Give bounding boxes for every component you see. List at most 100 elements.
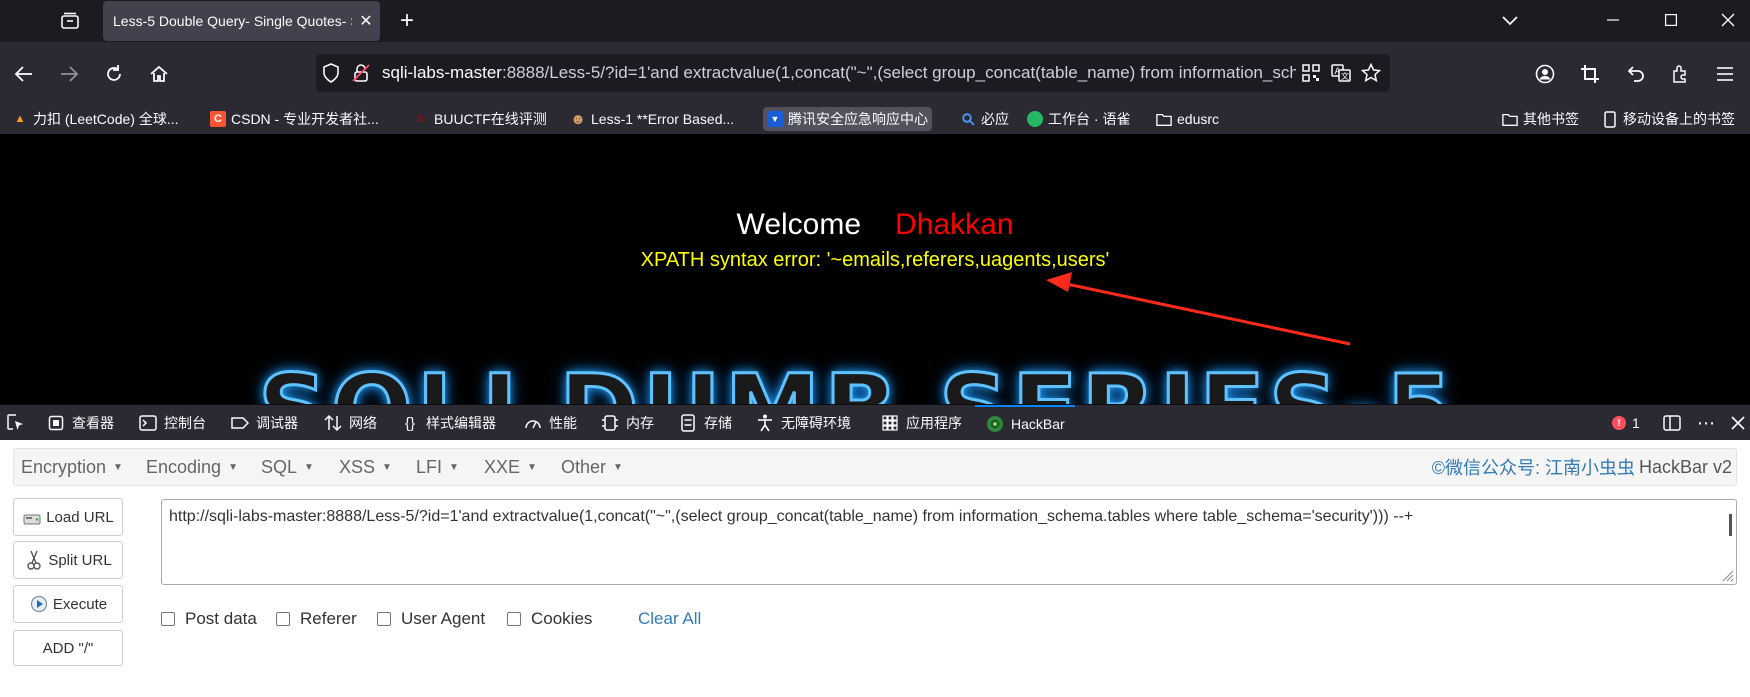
post-data-checkbox[interactable]: Post data <box>161 608 257 630</box>
yuque-icon <box>1027 111 1043 127</box>
bookmark-star-icon[interactable] <box>1356 58 1386 88</box>
bookmark-buuctf[interactable]: ≡ BUUCTF在线评测 <box>413 107 547 131</box>
devtools-tab-application[interactable]: 应用程序 <box>880 405 962 441</box>
element-picker-button[interactable] <box>6 405 32 441</box>
devtools-tab-accessibility[interactable]: 无障碍环境 <box>755 405 851 441</box>
hackbar-panel: Encryption ▼ Encoding ▼ SQL ▼ XSS ▼ LFI ▼ XXE… <box>0 440 1750 697</box>
devtools-tab-console[interactable]: 控制台 <box>138 405 206 441</box>
devtools-tab-debugger[interactable]: 调试器 <box>230 405 298 441</box>
bookmark-csdn[interactable]: C CSDN - 专业开发者社... <box>210 107 379 131</box>
checkbox-box[interactable] <box>276 612 290 626</box>
chevron-down-icon[interactable] <box>1495 6 1525 36</box>
menu-encoding[interactable]: Encoding ▼ <box>146 449 238 485</box>
add-slash-button[interactable]: ADD "/" <box>13 630 123 666</box>
bookmarks-toolbar: ▲ 力扣 (LeetCode) 全球... C CSDN - 专业开发者社...… <box>0 104 1750 134</box>
forward-icon[interactable] <box>53 58 85 90</box>
back-icon[interactable] <box>8 58 40 90</box>
devtools-tab-performance[interactable]: 性能 <box>523 405 577 441</box>
hackbar-icon <box>985 414 1005 434</box>
user-agent-checkbox[interactable]: User Agent <box>377 608 485 630</box>
crop-screenshot-icon[interactable] <box>1574 58 1606 90</box>
menu-sql[interactable]: SQL ▼ <box>261 449 314 485</box>
devtools-tab-storage[interactable]: 存储 <box>678 405 732 441</box>
caret-down-icon: ▼ <box>304 461 314 473</box>
translate-icon[interactable]: A文 <box>1326 58 1356 88</box>
execute-button[interactable]: Execute <box>13 585 123 623</box>
console-icon <box>138 413 158 433</box>
accessibility-icon <box>755 413 775 433</box>
devtools-tab-network[interactable]: 网络 <box>323 405 377 441</box>
bookmark-folder-mobile[interactable]: 移动设备上的书签 <box>1602 107 1735 131</box>
devtools-more-button[interactable]: ⋯ <box>1696 405 1722 441</box>
menu-xxe[interactable]: XXE ▼ <box>484 449 537 485</box>
csdn-icon: C <box>210 111 226 127</box>
menu-xss[interactable]: XSS ▼ <box>339 449 392 485</box>
clear-all-link[interactable]: Clear All <box>638 608 701 630</box>
play-icon <box>29 594 49 614</box>
menu-other[interactable]: Other ▼ <box>561 449 623 485</box>
cookies-checkbox[interactable]: Cookies <box>507 608 592 630</box>
devtools-close-button[interactable] <box>1728 405 1750 441</box>
folder-icon <box>1502 111 1518 127</box>
undo-arrow-icon[interactable] <box>1619 58 1651 90</box>
devtools-tab-style-editor[interactable]: {} 样式编辑器 <box>400 405 496 441</box>
qr-code-icon[interactable] <box>1296 58 1326 88</box>
devtools-tab-inspector[interactable]: 查看器 <box>46 405 114 441</box>
element-picker-icon <box>6 413 26 433</box>
bookmark-label: Less-1 **Error Based... <box>591 111 735 127</box>
error-count-badge[interactable]: ! 1 <box>1612 405 1640 441</box>
referer-checkbox[interactable]: Referer <box>276 608 357 630</box>
url-text[interactable]: sqli-labs-master:8888/Less-5/?id=1'and e… <box>382 63 1296 83</box>
dock-side-button[interactable] <box>1662 405 1688 441</box>
avatar-icon: ☻ <box>570 110 586 128</box>
bookmark-leetcode[interactable]: ▲ 力扣 (LeetCode) 全球... <box>12 107 179 131</box>
hackbar-credit: ©微信公众号: 江南小虫虫 HackBar v2 <box>1432 449 1732 485</box>
menu-lfi[interactable]: LFI ▼ <box>416 449 459 485</box>
shield-icon[interactable] <box>316 58 346 88</box>
menu-encryption[interactable]: Encryption ▼ <box>21 449 123 485</box>
reload-icon[interactable] <box>98 58 130 90</box>
bookmark-bing[interactable]: 必应 <box>960 107 1009 131</box>
split-url-button[interactable]: Split URL <box>13 541 123 579</box>
hackbar-version: HackBar v2 <box>1638 456 1732 477</box>
mobile-device-icon <box>1602 110 1618 128</box>
credit-link[interactable]: ©微信公众号: 江南小虫虫 <box>1432 454 1635 480</box>
menu-label: Encryption <box>21 456 107 477</box>
checkbox-label: Post data <box>185 609 257 628</box>
minimize-icon[interactable] <box>1585 0 1641 40</box>
bookmark-label: 力扣 (LeetCode) 全球... <box>33 111 179 127</box>
hackbar-url-textarea[interactable]: http://sqli-labs-master:8888/Less-5/?id=… <box>161 499 1737 585</box>
bookmark-tencent-src[interactable]: ▼ 腾讯安全应急响应中心 <box>763 107 932 131</box>
devtools-tab-memory[interactable]: 内存 <box>600 405 654 441</box>
close-window-icon[interactable] <box>1700 0 1750 40</box>
caret-down-icon: ▼ <box>228 461 238 473</box>
bookmark-label: edusrc <box>1177 111 1220 127</box>
tab-close-icon[interactable]: ✕ <box>352 7 380 35</box>
textarea-scrollbar[interactable] <box>1729 514 1732 536</box>
address-bar[interactable]: sqli-labs-master:8888/Less-5/?id=1'and e… <box>316 54 1390 92</box>
bookmark-folder-edusrc[interactable]: edusrc <box>1156 107 1219 131</box>
bookmark-less-1[interactable]: ☻ Less-1 **Error Based... <box>570 107 734 131</box>
devtools-tab-hackbar[interactable]: HackBar <box>975 405 1075 441</box>
menu-icon[interactable] <box>1709 58 1741 90</box>
caret-down-icon: ▼ <box>527 461 537 473</box>
bookmark-folder-other[interactable]: 其他书签 <box>1502 107 1579 131</box>
checkbox-box[interactable] <box>377 612 391 626</box>
application-icon <box>880 413 900 433</box>
checkbox-box[interactable] <box>507 612 521 626</box>
home-icon[interactable] <box>143 58 175 90</box>
load-url-button[interactable]: Load URL <box>13 498 123 536</box>
more-options-icon: ⋯ <box>1697 412 1715 433</box>
caret-down-icon: ▼ <box>113 461 123 473</box>
maximize-icon[interactable] <box>1643 0 1699 40</box>
checkbox-box[interactable] <box>161 612 175 626</box>
tab-list-icon[interactable] <box>56 8 84 34</box>
active-tab[interactable]: Less-5 Double Query- Single Quotes- Stri… <box>103 1 380 41</box>
new-tab-button[interactable]: + <box>392 6 422 36</box>
extensions-icon[interactable] <box>1664 58 1696 90</box>
load-url-icon <box>22 507 42 527</box>
resize-handle-icon[interactable] <box>1720 568 1734 582</box>
bookmark-yuque[interactable]: 工作台 · 语雀 <box>1027 107 1130 131</box>
insecure-lock-icon[interactable] <box>346 58 376 88</box>
account-icon[interactable] <box>1529 58 1561 90</box>
